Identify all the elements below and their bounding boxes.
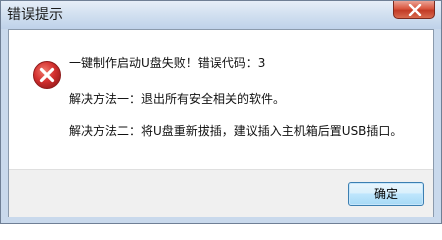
error-message: 一键制作启动U盘失败！错误代码：3 (69, 56, 266, 70)
close-icon (408, 4, 422, 16)
window-title: 错误提示 (7, 7, 63, 23)
solution-one-text: 解决方法一：退出所有安全相关的软件。 (69, 92, 286, 106)
ok-button[interactable]: 确定 (348, 182, 424, 206)
title-bar[interactable]: 错误提示 (1, 1, 441, 29)
close-button[interactable] (393, 1, 435, 19)
error-x-icon (32, 60, 62, 90)
button-bar: 确定 (9, 169, 433, 217)
error-dialog-window: 错误提示 一键制作启动U盘失败！错误代码：3 解决方法一：退出所有安全相关的软件… (0, 0, 442, 224)
dialog-body: 一键制作启动U盘失败！错误代码：3 解决方法一：退出所有安全相关的软件。 解决方… (8, 29, 434, 217)
solution-two-text: 解决方法二：将U盘重新拔插，建议插入主机箱后置USB插口。 (69, 124, 403, 138)
